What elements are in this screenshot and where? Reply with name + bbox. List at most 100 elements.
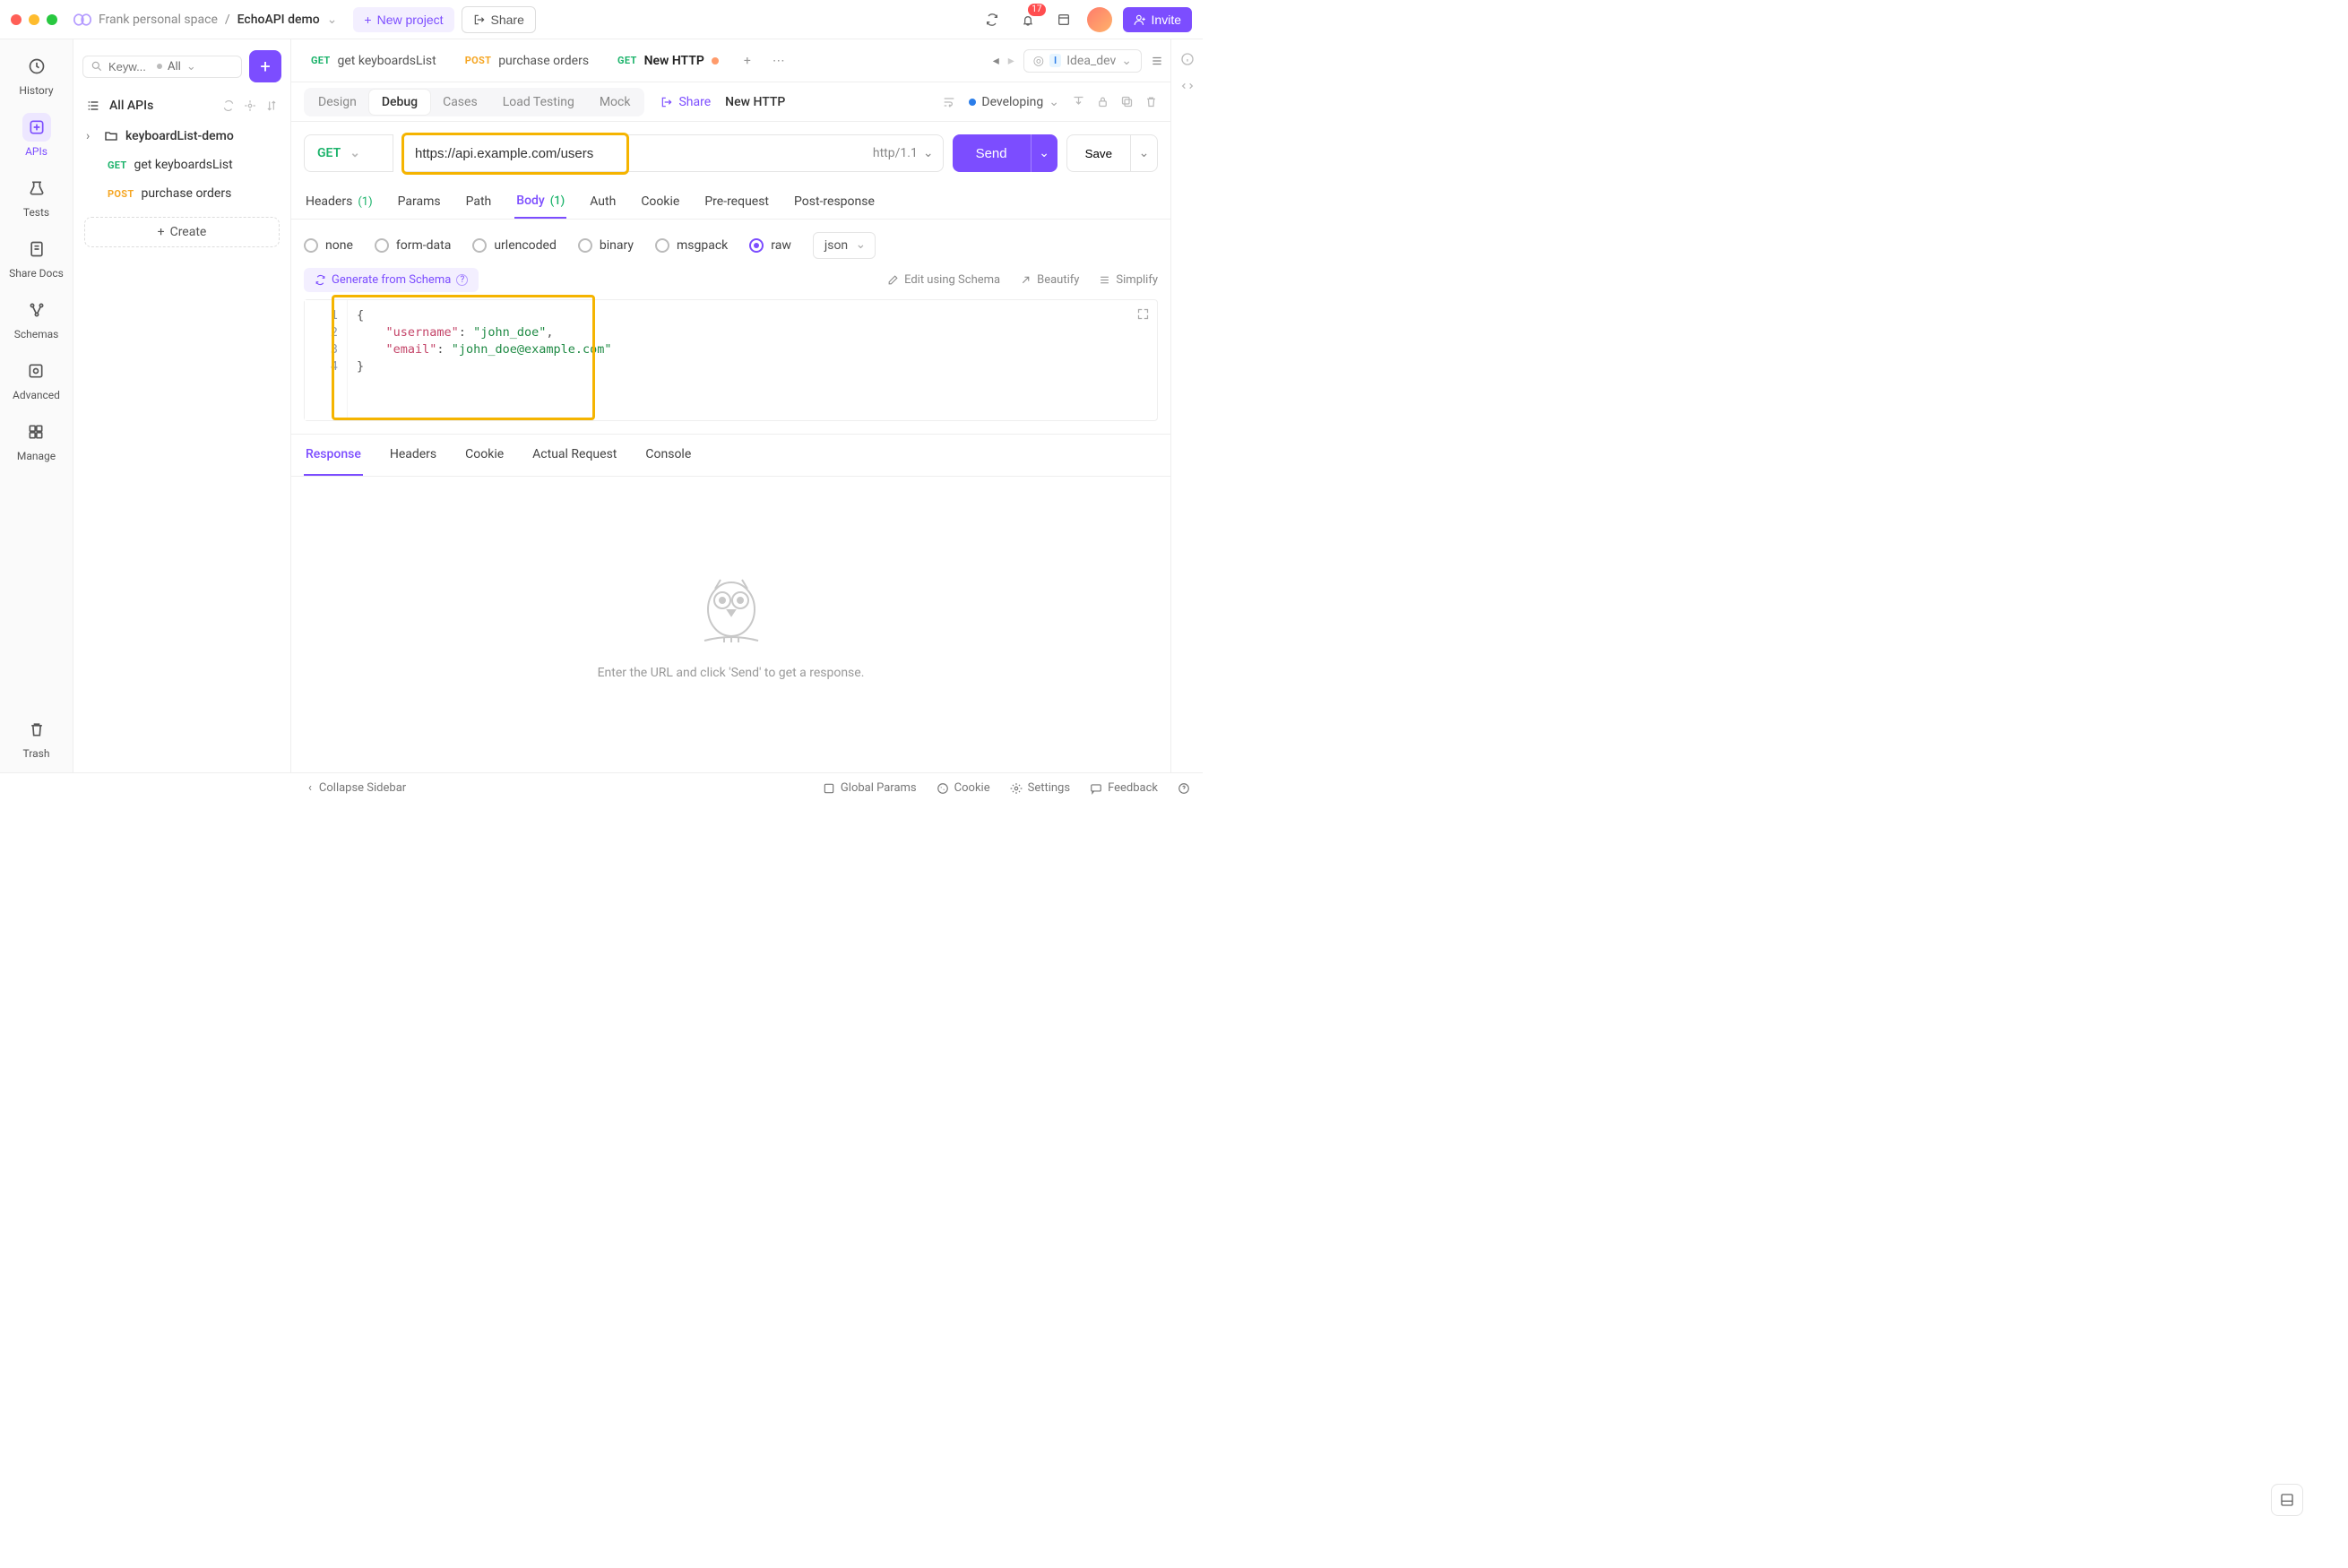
copy-icon[interactable] xyxy=(1120,95,1134,108)
wrap-icon[interactable] xyxy=(942,95,956,109)
code-content[interactable]: { "username": "john_doe", "email": "john… xyxy=(348,300,621,420)
mode-cases[interactable]: Cases xyxy=(430,90,490,115)
search-input[interactable]: All ⌄ xyxy=(82,56,242,78)
status-selector[interactable]: Developing ⌄ xyxy=(969,95,1059,109)
resp-tab-cookie[interactable]: Cookie xyxy=(463,435,505,476)
create-button[interactable]: + Create xyxy=(84,217,280,247)
code-icon[interactable] xyxy=(1180,79,1195,93)
reqtab-post-response[interactable]: Post-response xyxy=(792,185,876,219)
maximize-window-icon[interactable] xyxy=(47,14,57,25)
editor-tab[interactable]: GET get keyboardsList xyxy=(298,47,449,75)
expand-icon[interactable] xyxy=(1136,307,1150,321)
new-project-button[interactable]: + New project xyxy=(353,7,453,32)
add-tab-button[interactable]: + xyxy=(735,48,760,73)
filter-all[interactable]: All ⌄ xyxy=(157,60,196,73)
body-type-msgpack[interactable]: msgpack xyxy=(655,238,728,253)
beautify-button[interactable]: Beautify xyxy=(1020,273,1079,287)
body-type-raw[interactable]: raw xyxy=(749,238,791,253)
collapse-sidebar-button[interactable]: ‹ Collapse Sidebar xyxy=(308,781,406,795)
sort-icon[interactable] xyxy=(265,99,278,112)
avatar[interactable] xyxy=(1087,7,1112,32)
panel-icon[interactable] xyxy=(1051,7,1076,32)
reqtab-headers[interactable]: Headers(1) xyxy=(304,185,375,219)
invite-button[interactable]: Invite xyxy=(1123,7,1192,32)
share-button[interactable]: Share xyxy=(462,6,536,33)
refresh-icon[interactable] xyxy=(222,99,235,112)
mode-design[interactable]: Design xyxy=(306,90,369,115)
advanced-icon xyxy=(22,357,50,385)
nav-history[interactable]: History xyxy=(19,52,53,97)
resp-tab-actual[interactable]: Actual Request xyxy=(531,435,618,476)
settings-button[interactable]: Settings xyxy=(1010,781,1070,795)
info-icon[interactable] xyxy=(1180,52,1195,66)
tree-endpoint[interactable]: GET get keyboardsList xyxy=(81,151,283,179)
sync-icon[interactable] xyxy=(980,7,1005,32)
nav-share-docs[interactable]: Share Docs xyxy=(9,235,64,280)
body-type-binary[interactable]: binary xyxy=(578,238,634,253)
delete-icon[interactable] xyxy=(1144,95,1158,108)
close-window-icon[interactable] xyxy=(11,14,22,25)
nav-forward-icon[interactable]: ▸ xyxy=(1008,54,1014,68)
reqtab-auth[interactable]: Auth xyxy=(588,185,617,219)
feedback-button[interactable]: Feedback xyxy=(1090,781,1158,795)
save-button[interactable]: Save xyxy=(1066,134,1131,172)
tab-menu-icon[interactable]: ⋯ xyxy=(764,48,794,73)
api-title[interactable]: New HTTP xyxy=(725,95,785,109)
share-api-button[interactable]: Share xyxy=(660,95,711,109)
cookie-button[interactable]: Cookie xyxy=(937,781,990,795)
lock-icon[interactable] xyxy=(1096,95,1109,108)
menu-icon[interactable] xyxy=(1151,55,1163,67)
simplify-button[interactable]: Simplify xyxy=(1099,273,1158,287)
edit-using-schema-button[interactable]: Edit using Schema xyxy=(887,273,1000,287)
resp-tab-console[interactable]: Console xyxy=(643,435,693,476)
nav-trash[interactable]: Trash xyxy=(22,715,51,760)
code-editor[interactable]: 1 2 3 4 { "username": "john_doe", "email… xyxy=(304,299,1158,421)
chevron-down-icon[interactable]: ⌄ xyxy=(327,13,338,27)
mode-mock[interactable]: Mock xyxy=(587,90,643,115)
raw-format-selector[interactable]: json xyxy=(813,232,876,259)
locate-icon[interactable] xyxy=(244,99,256,112)
mode-load-testing[interactable]: Load Testing xyxy=(490,90,587,115)
environment-picker[interactable]: ◎ I Idea_dev ⌄ xyxy=(1023,49,1142,73)
reqtab-path[interactable]: Path xyxy=(464,185,494,219)
body-type-none[interactable]: none xyxy=(304,238,353,253)
import-icon[interactable] xyxy=(1072,95,1085,108)
reqtab-cookie[interactable]: Cookie xyxy=(639,185,681,219)
nav-apis[interactable]: APIs xyxy=(22,113,51,158)
send-dropdown[interactable]: ⌄ xyxy=(1031,134,1057,172)
tree-folder[interactable]: › keyboardList-demo xyxy=(81,122,283,151)
send-button[interactable]: Send xyxy=(953,134,1031,172)
url-input[interactable] xyxy=(402,146,873,161)
layout-toggle-button[interactable] xyxy=(2271,1484,2303,1516)
statusbar: ‹ Collapse Sidebar Global Params Cookie … xyxy=(0,772,1203,803)
reqtab-params[interactable]: Params xyxy=(396,185,443,219)
tree-endpoint[interactable]: POST purchase orders xyxy=(81,179,283,208)
add-button[interactable]: + xyxy=(249,50,281,82)
body-type-urlencoded[interactable]: urlencoded xyxy=(472,238,557,253)
project-name[interactable]: EchoAPI demo xyxy=(237,13,320,27)
body-type-form-data[interactable]: form-data xyxy=(375,238,451,253)
nav-manage[interactable]: Manage xyxy=(17,418,56,462)
minimize-window-icon[interactable] xyxy=(29,14,39,25)
reqtab-pre-request[interactable]: Pre-request xyxy=(703,185,771,219)
nav-advanced[interactable]: Advanced xyxy=(13,357,60,401)
save-dropdown[interactable]: ⌄ xyxy=(1131,134,1158,172)
editor-tab[interactable]: POST purchase orders xyxy=(453,47,601,75)
editor-tab-active[interactable]: GET New HTTP xyxy=(605,47,731,75)
all-apis-header[interactable]: All APIs xyxy=(73,90,290,122)
nav-tests[interactable]: Tests xyxy=(22,174,51,219)
help-icon[interactable] xyxy=(1178,782,1190,795)
resp-tab-headers[interactable]: Headers xyxy=(388,435,438,476)
global-params-button[interactable]: Global Params xyxy=(823,781,917,795)
nav-schemas[interactable]: Schemas xyxy=(14,296,59,340)
generate-from-schema-button[interactable]: Generate from Schema ? xyxy=(304,268,479,292)
reqtab-body[interactable]: Body(1) xyxy=(514,185,566,219)
nav-back-icon[interactable]: ◂ xyxy=(993,54,999,68)
notifications-icon[interactable]: 17 xyxy=(1015,7,1040,32)
protocol-selector[interactable]: http/1.1 ⌄ xyxy=(873,146,934,160)
mode-debug[interactable]: Debug xyxy=(369,90,430,115)
method-selector[interactable]: GET ⌄ xyxy=(304,134,393,172)
search-field[interactable] xyxy=(108,60,151,73)
workspace-name[interactable]: Frank personal space xyxy=(99,13,218,27)
resp-tab-response[interactable]: Response xyxy=(304,435,363,476)
